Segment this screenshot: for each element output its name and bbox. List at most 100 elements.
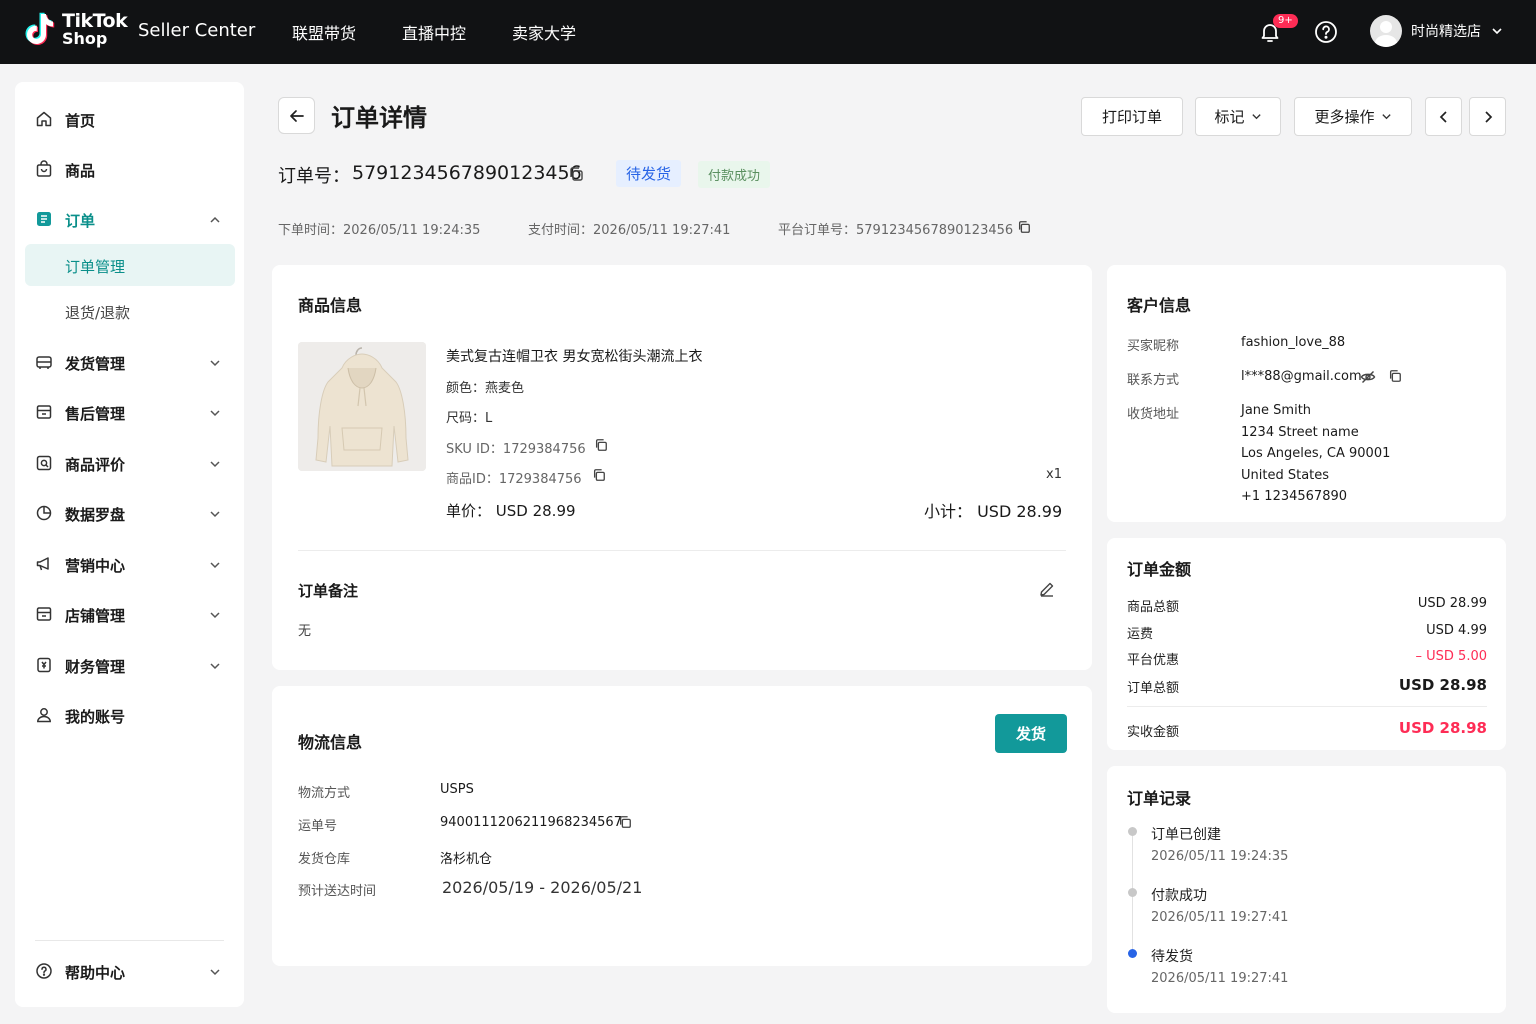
copy-icon[interactable] [1017, 220, 1031, 234]
chevron-down-icon [208, 507, 222, 521]
user-name: 时尚精选店 [1411, 24, 1481, 40]
chevron-down-icon [208, 608, 222, 622]
logistics-card [272, 686, 1092, 966]
chevron-down-icon [208, 356, 222, 370]
sidebar-item-finance[interactable]: 财务管理 [15, 644, 244, 688]
product-name[interactable]: 美式复古连帽卫衣 男女宽松街头潮流上衣 [446, 346, 702, 366]
sidebar-item-label: 商品 [65, 161, 96, 180]
sidebar-item-label: 营销中心 [65, 556, 126, 575]
order-number: 5791234567890123456 [352, 162, 582, 184]
mark-dropdown-button[interactable]: 标记 [1195, 97, 1281, 136]
sidebar-item-shipping[interactable]: 发货管理 [15, 341, 244, 385]
sidebar-subitem-label: 退货/退款 [65, 304, 131, 322]
sidebar-item-orders[interactable]: 订单 [15, 198, 244, 242]
order-amount-title: 订单金额 [1127, 560, 1192, 579]
record-time: 2026/05/11 19:27:41 [1151, 971, 1289, 986]
copy-icon[interactable] [594, 438, 608, 452]
received-amount-value: USD 28.98 [1398, 719, 1487, 737]
chevron-down-icon [208, 558, 222, 572]
buyer-nickname[interactable]: fashion_love_88 [1241, 335, 1345, 350]
timeline-line [1132, 897, 1133, 949]
card-divider [298, 550, 1066, 551]
chevron-down-icon [1491, 25, 1503, 37]
compass-icon [35, 504, 53, 522]
copy-icon[interactable] [568, 166, 584, 182]
sidebar-item-label: 财务管理 [65, 657, 126, 676]
chevron-up-icon [208, 213, 222, 227]
more-actions-button[interactable]: 更多操作 [1294, 97, 1412, 136]
next-order-button[interactable] [1469, 97, 1506, 136]
user-icon [35, 706, 53, 724]
logo-text: TikTok Shop [62, 10, 128, 48]
sidebar-item-after-sales[interactable]: 售后管理 [15, 391, 244, 435]
tiktok-shop-logo[interactable]: TikTok Shop [24, 10, 128, 48]
tracking-number-value: 9400111206211968234567 [440, 815, 622, 830]
record-title: 订单已创建 [1151, 827, 1221, 843]
chevron-down-icon [208, 406, 222, 420]
megaphone-icon [35, 555, 53, 573]
sidebar-item-reviews[interactable]: 商品评价 [15, 442, 244, 486]
platform-discount-value: – USD 5.00 [1415, 649, 1488, 664]
top-nav-seller-university[interactable]: 卖家大学 [512, 20, 576, 44]
sidebar-item-marketing[interactable]: 营销中心 [15, 543, 244, 587]
top-bar: TikTok Shop Seller Center 联盟带货 直播中控 卖家大学… [0, 0, 1536, 64]
copy-icon[interactable] [592, 468, 606, 482]
logo-line-1: TikTok [62, 10, 128, 32]
timeline-dot-current [1128, 949, 1137, 958]
address-line: 1234 Street name [1241, 425, 1359, 440]
chevron-down-icon [1251, 111, 1262, 122]
ship-button[interactable]: 发货 [995, 714, 1067, 753]
print-order-button[interactable]: 打印订单 [1081, 97, 1183, 136]
logistics-method-label: 物流方式 [298, 786, 351, 801]
received-amount-label: 实收金额 [1127, 725, 1180, 740]
help-circle-icon [35, 962, 53, 980]
previous-order-button[interactable] [1425, 97, 1462, 136]
order-paid-time: 支付时间：2026/05/11 19:27:41 [528, 223, 731, 238]
platform-discount-label: 平台优惠 [1127, 653, 1180, 668]
top-nav-live-control[interactable]: 直播中控 [402, 20, 466, 44]
shipping-fee-value: USD 4.99 [1426, 623, 1487, 638]
sidebar-subitem-returns[interactable]: 退货/退款 [25, 290, 235, 332]
sidebar-item-help-center[interactable]: 帮助中心 [15, 950, 244, 994]
back-button[interactable] [278, 97, 315, 134]
sidebar-item-label: 我的账号 [65, 707, 126, 726]
tracking-number-label: 运单号 [298, 819, 338, 834]
sidebar-item-shop-management[interactable]: 店铺管理 [15, 593, 244, 637]
record-title: 付款成功 [1151, 888, 1207, 904]
record-title: 待发货 [1151, 949, 1193, 965]
status-badge-payment-success: 付款成功 [698, 161, 771, 188]
user-menu[interactable]: 时尚精选店 [1370, 15, 1503, 47]
copy-icon[interactable] [1388, 369, 1402, 383]
product-image[interactable] [298, 342, 426, 471]
estimated-delivery-value: 2026/05/19 - 2026/05/21 [442, 878, 643, 897]
sidebar-item-label: 商品评价 [65, 455, 126, 474]
help-icon[interactable] [1314, 20, 1338, 44]
sidebar-item-data-compass[interactable]: 数据罗盘 [15, 492, 244, 536]
seller-center-title: Seller Center [138, 20, 256, 41]
truck-icon [35, 353, 53, 371]
top-nav-affiliate[interactable]: 联盟带货 [292, 20, 356, 44]
chevron-down-icon [208, 457, 222, 471]
review-icon [35, 454, 53, 472]
product-sku-id: SKU ID：1729384756 [446, 442, 586, 457]
sidebar-subitem-label: 订单管理 [65, 258, 126, 276]
order-total-value: USD 28.98 [1398, 676, 1487, 694]
sidebar-item-my-account[interactable]: 我的账号 [15, 694, 244, 738]
logistics-method-value: USPS [440, 782, 474, 797]
sidebar-divider [35, 940, 224, 941]
sidebar-item-home[interactable]: 首页 [15, 98, 244, 142]
mark-label: 标记 [1214, 108, 1245, 126]
arrow-left-icon [288, 107, 306, 125]
sidebar-item-label: 数据罗盘 [65, 505, 126, 524]
chevron-down-icon [1381, 111, 1392, 122]
product-subtotal: 小计： USD 28.99 [924, 502, 1063, 521]
sidebar-item-label: 发货管理 [65, 354, 126, 373]
sidebar-item-products[interactable]: 商品 [15, 148, 244, 192]
eye-hidden-icon[interactable] [1360, 369, 1376, 385]
warehouse-value: 洛杉机仓 [440, 852, 493, 867]
page-title: 订单详情 [331, 104, 427, 132]
sidebar-subitem-order-management[interactable]: 订单管理 [25, 244, 235, 286]
edit-icon[interactable] [1038, 580, 1056, 598]
copy-icon[interactable] [618, 815, 632, 829]
shipping-fee-label: 运费 [1127, 627, 1154, 642]
